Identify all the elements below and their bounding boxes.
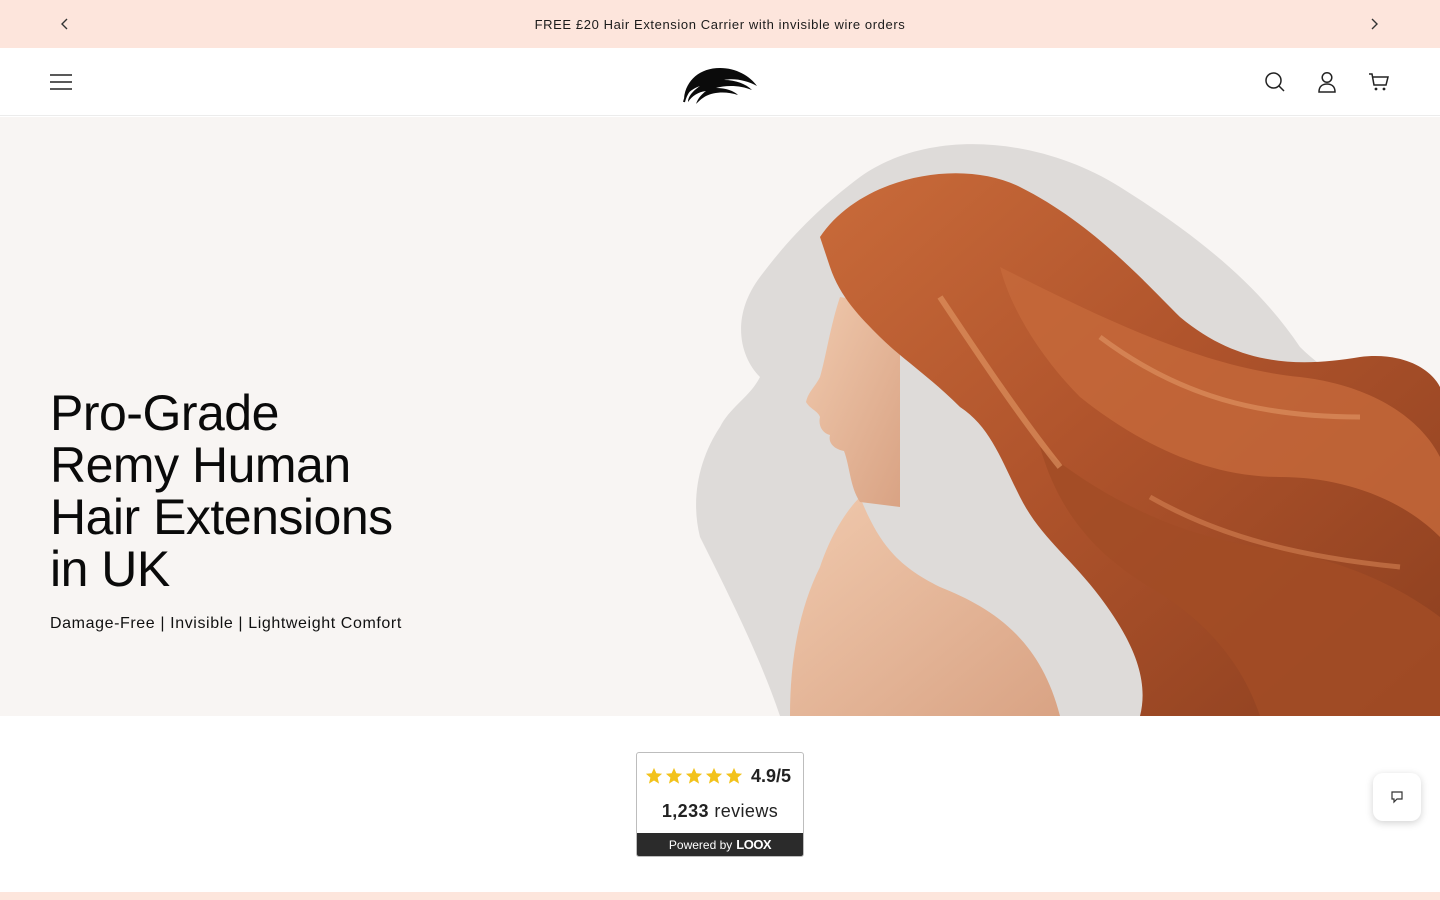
chat-bubble-icon (1391, 791, 1403, 804)
powered-by-text: Powered by (668, 837, 733, 852)
star-rating (645, 767, 743, 785)
loox-logo: LOOX (736, 837, 772, 852)
star-icon (685, 767, 703, 784)
announcement-prev-button[interactable] (53, 12, 77, 36)
cart-icon (1369, 73, 1389, 91)
search-icon (1265, 72, 1285, 92)
chevron-left-icon (61, 18, 68, 30)
chevron-right-icon (1371, 18, 1378, 30)
loox-reviews-widget[interactable]: 4.9/5 1,233 reviews Powered by LOOX (636, 752, 804, 857)
site-header (0, 48, 1440, 116)
hero-title-line: Remy Human (50, 437, 351, 493)
hero-title-line: Hair Extensions (50, 489, 393, 545)
account-button[interactable] (1313, 68, 1341, 96)
account-icon (1318, 71, 1336, 93)
star-icon (645, 767, 663, 784)
powered-by-footer: Powered by LOOX (637, 833, 803, 856)
announcement-next-button[interactable] (1362, 12, 1386, 36)
next-section-strip (0, 892, 1440, 900)
hero-subtitle: Damage-Free | Invisible | Lightweight Co… (50, 615, 402, 632)
review-count-number: 1,233 (661, 801, 709, 821)
rating-row: 4.9/5 (637, 765, 803, 787)
hair-swoosh-logo-icon (683, 68, 757, 104)
star-icon (725, 767, 743, 784)
hero-title-line: in UK (50, 541, 170, 597)
rating-value: 4.9/5 (751, 765, 792, 786)
chat-button[interactable] (1373, 773, 1421, 821)
search-button[interactable] (1261, 68, 1289, 96)
star-icon (665, 767, 683, 784)
cart-button[interactable] (1365, 68, 1393, 96)
star-icon (705, 767, 723, 784)
announcement-bar: FREE £20 Hair Extension Carrier with inv… (0, 0, 1440, 48)
hero-title-line: Pro-Grade (50, 385, 279, 441)
announcement-text: FREE £20 Hair Extension Carrier with inv… (534, 16, 906, 32)
brand-logo[interactable] (680, 58, 760, 106)
menu-button[interactable] (46, 67, 76, 97)
hamburger-menu-icon (50, 74, 72, 90)
hero-banner[interactable]: Pro-Grade Remy Human Hair Extensions in … (0, 117, 1440, 716)
hero-title: Pro-Grade Remy Human Hair Extensions in … (50, 387, 470, 595)
review-count: 1,233 reviews (637, 801, 803, 822)
review-count-label: reviews (714, 801, 779, 821)
